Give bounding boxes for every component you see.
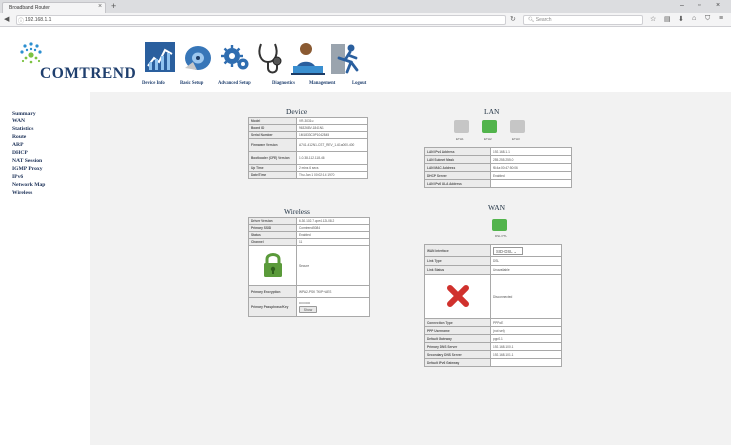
browser-tab[interactable]: Broadband Router × [2,2,106,13]
wan-status: Disconnected [490,274,562,319]
sidebar: Summary WAN Statistics Route ARP DHCP NA… [0,92,90,445]
reload-icon[interactable]: ↻ [510,15,516,23]
minimize-icon[interactable]: – [680,2,684,9]
back-icon[interactable]: ◀ [4,15,9,23]
gears-icon[interactable] [219,40,253,82]
url-text: 192.168.1.1 [25,17,52,23]
sidebar-item-route[interactable]: Route [12,134,26,140]
device-info-table: Model VR-3031u Board ID 963268V-1841N1 Ser… [248,117,368,179]
eth3-port-icon [510,120,525,133]
bookmark-star-icon[interactable]: ☆ [650,15,656,23]
sidebar-item-network-map[interactable]: Network Map [12,182,45,188]
device-section-title: Device [286,107,308,116]
wan-info-table: WAN Interface SID-DSL ⌄ Link Type DSL Lin… [424,244,562,367]
url-bar[interactable]: ⓘ 192.168.1.1 [16,15,506,25]
info-icon[interactable]: ⓘ [18,16,24,25]
wireless-section-title: Wireless [284,207,310,216]
browser-nav-bar: ◀ ⓘ 192.168.1.1 ↻ 🔍︎ Search ☆ ▤ ⬇ ⌂ ⛉ ≡ [0,13,731,27]
lan-info-table: LAN IPv4 Address 192.168.1.1 LAN Subnet M… [424,147,572,188]
sidebar-item-nat-session[interactable]: NAT Session [12,158,42,164]
sidebar-item-ipv6[interactable]: IPv6 [12,174,23,180]
browser-tab-strip: Broadband Router × + – ▫ × [0,0,731,13]
eth1-label: ETH1 [456,137,464,141]
eth3-label: ETH3 [512,137,520,141]
nav-diagnostics[interactable]: Diagnostics [272,81,295,86]
wan-interface-select[interactable]: SID-DSL ⌄ [493,246,523,255]
sidebar-item-arp[interactable]: ARP [12,142,24,148]
show-passphrase-button[interactable]: Show [299,306,317,313]
nav-basic-setup[interactable]: Basic Setup [180,81,203,86]
running-man-icon[interactable] [329,40,363,82]
sidebar-item-wireless[interactable]: Wireless [12,190,32,196]
lan-section-title: LAN [484,107,500,116]
sidebar-item-dhcp[interactable]: DHCP [12,150,28,156]
close-window-icon[interactable]: × [716,2,720,9]
comtrend-logo-icon [20,42,42,64]
lock-cell [248,245,297,286]
eth2-label: ETH2 [484,137,492,141]
search-placeholder: 🔍︎ Search [528,17,552,23]
new-tab-icon[interactable]: + [111,1,116,11]
eth1-port-icon [454,120,469,133]
nav-device-info[interactable]: Device Info [142,81,165,86]
home-icon[interactable]: ⌂ [692,15,696,22]
menu-icon[interactable]: ≡ [719,15,723,22]
wan-port-icon [492,219,507,231]
nav-logout[interactable]: Logout [352,81,366,86]
search-bar[interactable]: 🔍︎ Search [523,15,643,25]
close-tab-icon[interactable]: × [98,3,102,10]
stethoscope-icon[interactable] [253,40,287,82]
sidebar-item-igmp-proxy[interactable]: IGMP Proxy [12,166,43,172]
security-status: Secure [296,245,370,286]
main-content [90,92,731,445]
tab-title: Broadband Router [9,5,50,11]
shield-icon[interactable]: ⛉ [705,15,710,23]
x-cell [424,274,491,319]
wireless-info-table: Driver Version 6.30.102.7.cpe4.12L08.2 Pr… [248,217,370,317]
wan-port-label: DSL PTL [495,234,508,238]
sidebar-item-statistics[interactable]: Statistics [12,126,33,132]
eth2-port-icon [482,120,497,133]
nav-advanced-setup[interactable]: Advanced Setup [218,81,251,86]
passphrase-value: •••••••••• [299,301,311,305]
download-icon[interactable]: ⬇ [678,15,684,23]
chart-icon[interactable] [143,40,177,82]
nav-management[interactable]: Management [309,81,335,86]
sidebar-item-wan[interactable]: WAN [12,118,25,124]
wan-section-title: WAN [488,203,506,212]
maximize-icon[interactable]: ▫ [698,2,700,9]
brand-logo-text: COMTREND [40,65,137,82]
sidebar-item-summary[interactable]: Summary [12,111,36,117]
disconnected-x-icon [446,285,469,307]
reading-list-icon[interactable]: ▤ [664,15,671,23]
disk-icon[interactable] [181,40,215,82]
user-laptop-icon[interactable] [291,40,325,82]
lock-icon [263,253,282,277]
